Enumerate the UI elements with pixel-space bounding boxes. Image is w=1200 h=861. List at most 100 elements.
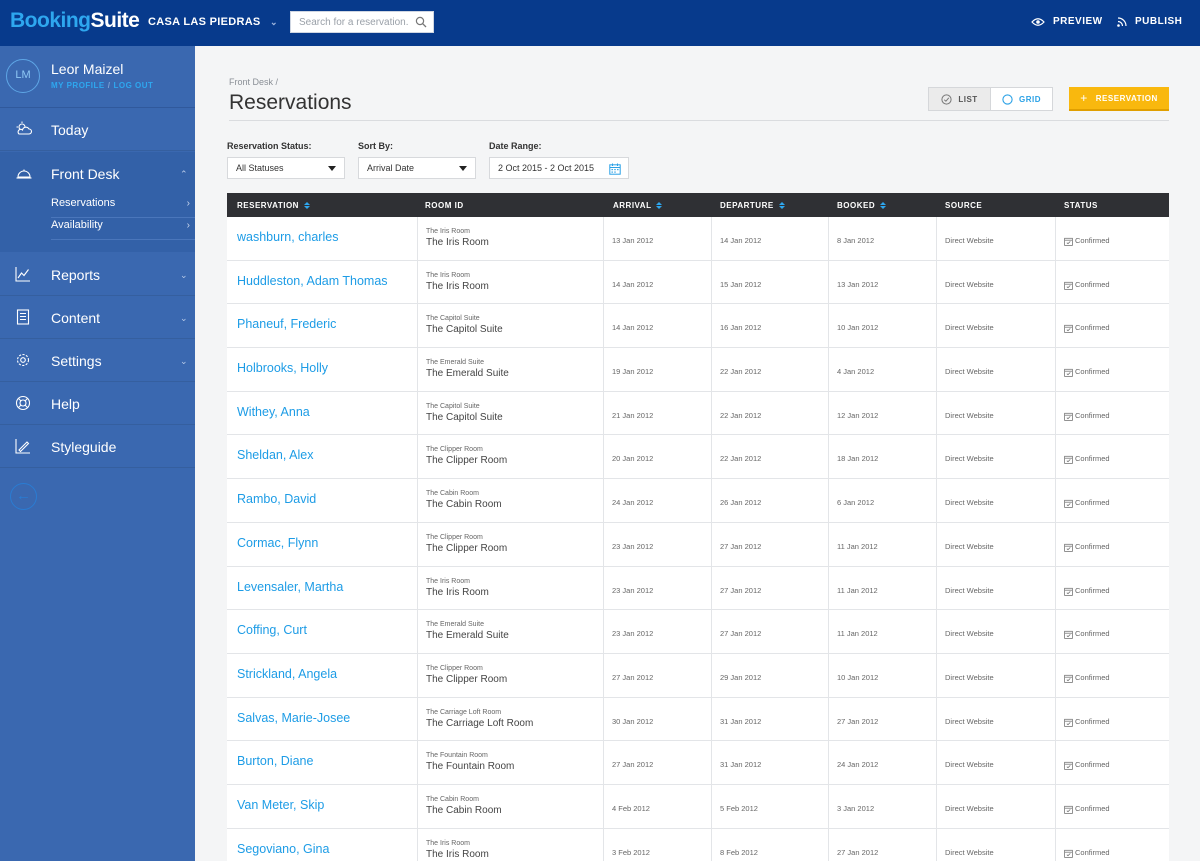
table-row[interactable]: Phaneuf, Frederic The Capitol Suite The Ca…: [227, 304, 1169, 349]
table-row[interactable]: Withey, Anna The Capitol Suite The Capitol…: [227, 391, 1169, 436]
guest-name-link[interactable]: Withey, Anna: [227, 392, 417, 435]
sidebar-item-today[interactable]: Today: [0, 108, 195, 151]
room-cell: The Capitol Suite The Capitol Suite: [417, 304, 603, 348]
sidebar-label-today: Today: [51, 122, 89, 138]
source: Direct Website: [936, 610, 1055, 653]
table-row[interactable]: Levensaler, Martha The Iris Room The Iris …: [227, 566, 1169, 611]
chevron-down-icon: ⌄: [180, 270, 188, 280]
table-row[interactable]: Cormac, Flynn The Clipper Room The Clipper…: [227, 522, 1169, 567]
guest-name-link[interactable]: Burton, Diane: [227, 741, 417, 784]
departure-date: 27 Jan 2012: [711, 566, 828, 610]
ruler-pencil-icon: [15, 438, 31, 459]
guest-name-link[interactable]: Huddleston, Adam Thomas: [227, 261, 417, 304]
table-row[interactable]: Salvas, Marie-Josee The Carriage Loft Roo…: [227, 697, 1169, 742]
avatar[interactable]: LM: [6, 59, 40, 93]
room-name: The Clipper Room: [426, 673, 508, 685]
table-row[interactable]: Segoviano, Gina The Iris Room The Iris Roo…: [227, 828, 1169, 861]
add-reservation-label: RESERVATION: [1095, 93, 1158, 103]
hotel-selector[interactable]: CASA LAS PIEDRAS ⌄: [148, 16, 278, 28]
guest-name-link[interactable]: Sheldan, Alex: [227, 435, 417, 478]
calendar-check-icon: [1064, 631, 1073, 639]
plus-icon: +: [1080, 91, 1088, 105]
grid-view-button[interactable]: GRID: [991, 88, 1052, 110]
publish-button[interactable]: PUBLISH: [1117, 16, 1182, 27]
table-header: RESERVATION ROOM ID ARRIVAL DEPARTURE BO…: [227, 193, 1169, 217]
status-cell: Confirmed: [1055, 391, 1169, 435]
departure-date: 14 Jan 2012: [711, 217, 828, 260]
calendar-check-icon: [1064, 325, 1073, 334]
bell-icon: [15, 165, 33, 186]
col-header-arrival[interactable]: ARRIVAL: [613, 201, 663, 210]
status-cell: Confirmed: [1055, 566, 1169, 610]
col-header-reservation[interactable]: RESERVATION: [237, 201, 310, 210]
room-id-small: The Capitol Suite: [426, 315, 480, 323]
col-header-booked[interactable]: BOOKED: [837, 201, 887, 210]
guest-name-link[interactable]: Rambo, David: [227, 479, 417, 522]
my-profile-link[interactable]: MY PROFILE: [51, 81, 105, 90]
guest-name-link[interactable]: Levensaler, Martha: [227, 567, 417, 610]
guest-name-link[interactable]: Van Meter, Skip: [227, 785, 417, 828]
reservations-table-body: washburn, charles The Iris Room The Iris R…: [227, 217, 1169, 861]
log-out-link[interactable]: LOG OUT: [113, 81, 153, 90]
add-reservation-button[interactable]: + RESERVATION: [1069, 87, 1169, 111]
sidebar-item-reports[interactable]: Reports ⌄: [0, 253, 195, 296]
guest-name-link[interactable]: Segoviano, Gina: [227, 829, 417, 861]
table-row[interactable]: washburn, charles The Iris Room The Iris R…: [227, 217, 1169, 261]
arrival-date: 27 Jan 2012: [603, 653, 711, 697]
search-input[interactable]: [291, 12, 409, 33]
sort-by-select[interactable]: Arrival Date: [358, 157, 476, 179]
table-row[interactable]: Burton, Diane The Fountain Room The Founta…: [227, 741, 1169, 785]
guest-name-link[interactable]: Salvas, Marie-Josee: [227, 698, 417, 741]
sidebar-item-styleguide[interactable]: Styleguide: [0, 425, 195, 468]
search-icon[interactable]: [415, 15, 427, 33]
room-id-small: The Cabin Room: [426, 490, 479, 498]
sidebar-subitem-availability[interactable]: Availability ›: [51, 219, 195, 240]
col-header-label: DEPARTURE: [720, 201, 774, 210]
chevron-right-icon: ›: [186, 198, 190, 209]
table-row[interactable]: Van Meter, Skip The Cabin Room The Cabin R…: [227, 784, 1169, 829]
room-id-small: The Capitol Suite: [426, 402, 480, 410]
sidebar-item-settings[interactable]: Settings ⌄: [0, 339, 195, 382]
arrival-date: 27 Jan 2012: [603, 741, 711, 784]
table-row[interactable]: Sheldan, Alex The Clipper Room The Clipper…: [227, 435, 1169, 480]
status-label: Confirmed: [1075, 498, 1110, 508]
sidebar-subitem-reservations[interactable]: Reservations ›: [51, 197, 195, 218]
departure-date: 31 Jan 2012: [711, 741, 828, 784]
room-id-small: The Emerald Suite: [426, 621, 484, 629]
table-row[interactable]: Huddleston, Adam Thomas The Iris Room The …: [227, 260, 1169, 305]
status-label: Confirmed: [1075, 672, 1110, 682]
date-range-input[interactable]: 2 Oct 2015 - 2 Oct 2015: [489, 157, 629, 179]
departure-date: 15 Jan 2012: [711, 260, 828, 304]
guest-name-link[interactable]: Strickland, Angela: [227, 654, 417, 697]
app-logo[interactable]: BookingSuite: [10, 9, 140, 33]
status-cell: Confirmed: [1055, 435, 1169, 479]
sidebar-item-front-desk[interactable]: Front Desk ⌃: [0, 152, 195, 195]
preview-label: PREVIEW: [1053, 16, 1103, 27]
table-row[interactable]: Holbrooks, Holly The Emerald Suite The Eme…: [227, 348, 1169, 392]
preview-button[interactable]: PREVIEW: [1031, 16, 1103, 27]
guest-name-link[interactable]: Phaneuf, Frederic: [227, 304, 417, 347]
table-row[interactable]: Strickland, Angela The Clipper Room The Cl…: [227, 653, 1169, 698]
sidebar-item-content[interactable]: Content ⌄: [0, 296, 195, 339]
col-header-departure[interactable]: DEPARTURE: [720, 201, 785, 210]
guest-name-link[interactable]: Holbrooks, Holly: [227, 348, 417, 391]
list-view-button[interactable]: LIST: [929, 88, 991, 110]
collapse-sidebar-button[interactable]: ←: [10, 483, 37, 510]
breadcrumb[interactable]: Front Desk /: [229, 77, 278, 87]
user-panel: LM Leor Maizel MY PROFILE / LOG OUT: [0, 46, 195, 108]
status-filter-select[interactable]: All Statuses: [227, 157, 345, 179]
guest-name-link[interactable]: washburn, charles: [227, 217, 417, 260]
source: Direct Website: [936, 391, 1055, 435]
table-row[interactable]: Coffing, Curt The Emerald Suite The Emeral…: [227, 610, 1169, 654]
col-header-label: RESERVATION: [237, 201, 299, 210]
calendar-check-icon: [1064, 762, 1073, 771]
status-label: Confirmed: [1075, 760, 1110, 770]
table-row[interactable]: Rambo, David The Cabin Room The Cabin Room…: [227, 479, 1169, 523]
guest-name-link[interactable]: Coffing, Curt: [227, 610, 417, 653]
eye-icon: [1031, 17, 1045, 26]
calendar-icon[interactable]: [609, 162, 621, 182]
sidebar-item-help[interactable]: Help: [0, 382, 195, 425]
guest-name-link[interactable]: Cormac, Flynn: [227, 523, 417, 566]
calendar-check-icon: [1064, 281, 1073, 290]
room-cell: The Clipper Room The Clipper Room: [417, 653, 603, 697]
